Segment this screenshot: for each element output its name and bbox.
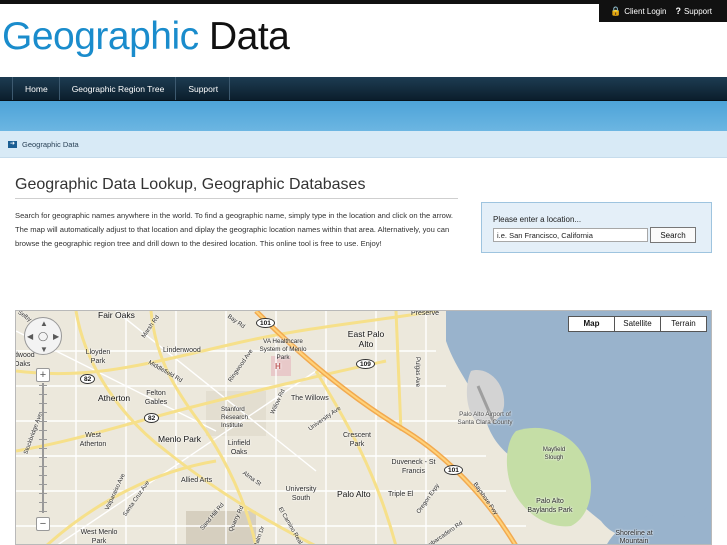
map-type-terrain-button[interactable]: Terrain	[660, 316, 707, 332]
map-place-label: West Menlo Park	[80, 529, 118, 545]
map-place-label: Preserve	[411, 310, 440, 317]
map-place-label: dwood Oaks	[15, 352, 35, 368]
route-shield: 101	[256, 318, 275, 328]
map-place-label: Menlo Park	[158, 434, 201, 444]
site-logo[interactable]: Geographic Data	[2, 14, 290, 60]
pan-up-icon[interactable]: ▲	[40, 320, 48, 328]
map-road-label: Pulgas Ave	[413, 357, 420, 387]
breadcrumb: ➜ Geographic Data	[0, 131, 727, 158]
map-place-label: Palo Alto Airport of Santa Clara County	[457, 411, 513, 426]
page-title: Geographic Data Lookup, Geographic Datab…	[15, 176, 366, 193]
logo-word-geographic: Geographic	[2, 15, 199, 58]
logo-word-data: Data	[208, 15, 290, 58]
zoom-slider-ticks	[39, 385, 47, 513]
map-place-label: University South	[285, 486, 317, 502]
hospital-icon: H	[275, 362, 281, 371]
map-type-map-button[interactable]: Map	[568, 316, 615, 332]
nav-item-support[interactable]: Support	[176, 77, 231, 100]
map-type-satellite-button[interactable]: Satellite	[614, 316, 661, 332]
map-place-label: Triple El	[388, 491, 414, 498]
location-input[interactable]	[493, 228, 648, 242]
support-top-link[interactable]: ? Support	[675, 5, 712, 16]
map-place-label: Shoreline at Mountain	[615, 530, 653, 545]
map-place-label: VA Healthcare System of Menlo Park	[259, 338, 307, 361]
pan-center-icon[interactable]: ◯	[38, 332, 48, 341]
map-place-label: Crescent Park	[342, 432, 371, 448]
map-place-label: Fair Oaks	[98, 310, 135, 320]
map-place-label: Palo Alto Baylands Park	[527, 498, 573, 514]
map-place-label: Mayfield Slough	[542, 447, 566, 461]
route-shield: 101	[444, 465, 463, 475]
map-place-label: West Atherton	[79, 432, 107, 448]
location-search-panel: Please enter a location... Search	[481, 202, 712, 253]
pan-right-icon[interactable]: ▶	[53, 333, 59, 341]
client-login-link[interactable]: 🔒 Client Login	[610, 5, 667, 16]
map-type-switch: Map Satellite Terrain	[568, 316, 707, 332]
nav-item-home[interactable]: Home	[12, 77, 60, 100]
pan-control[interactable]: ▲ ▼ ◀ ▶ ◯	[24, 317, 62, 355]
pan-left-icon[interactable]: ◀	[27, 333, 33, 341]
map-place-label: Lloyden Park	[85, 349, 111, 365]
intro-text: Search for geographic names anywhere in …	[15, 211, 454, 248]
map-place-label: East Palo Alto	[347, 329, 385, 349]
route-shield: 109	[356, 359, 375, 369]
question-icon: ?	[675, 5, 681, 16]
nav-item-geographic-region-tree[interactable]: Geographic Region Tree	[60, 77, 177, 100]
map-place-label: Duveneck - St Francis	[391, 459, 436, 475]
top-links: 🔒 Client Login ? Support	[599, 0, 727, 22]
breadcrumb-item[interactable]: Geographic Data	[22, 140, 79, 149]
map-place-label: The Willows	[291, 395, 329, 402]
zoom-out-button[interactable]: −	[36, 517, 50, 531]
lock-icon: 🔒	[610, 5, 622, 16]
client-login-label: Client Login	[624, 6, 667, 16]
map-place-label: Palo Alto	[337, 489, 371, 499]
map-view[interactable]: Fair Oaks Preserve East Palo Alto Lloyde…	[15, 310, 712, 545]
map-place-label: Allied Arts	[181, 477, 213, 484]
map-place-label: Felton Gables	[144, 390, 168, 406]
map-place-label: Linfield Oaks	[227, 440, 251, 456]
map-place-label: Stanford Research Institute	[221, 406, 248, 429]
search-label: Please enter a location...	[493, 215, 582, 224]
arrow-right-icon: ➜	[8, 140, 17, 148]
map-place-label: Atherton	[98, 393, 131, 403]
map-place-label: Lindenwood	[163, 347, 201, 354]
main-nav: Home Geographic Region Tree Support	[0, 77, 727, 101]
title-divider	[15, 198, 458, 199]
zoom-in-button[interactable]: +	[36, 368, 50, 382]
header-band	[0, 101, 727, 131]
stanford-campus	[186, 511, 256, 544]
pan-down-icon[interactable]: ▼	[40, 346, 48, 354]
support-top-label: Support	[683, 6, 712, 16]
search-button[interactable]: Search	[650, 227, 696, 243]
